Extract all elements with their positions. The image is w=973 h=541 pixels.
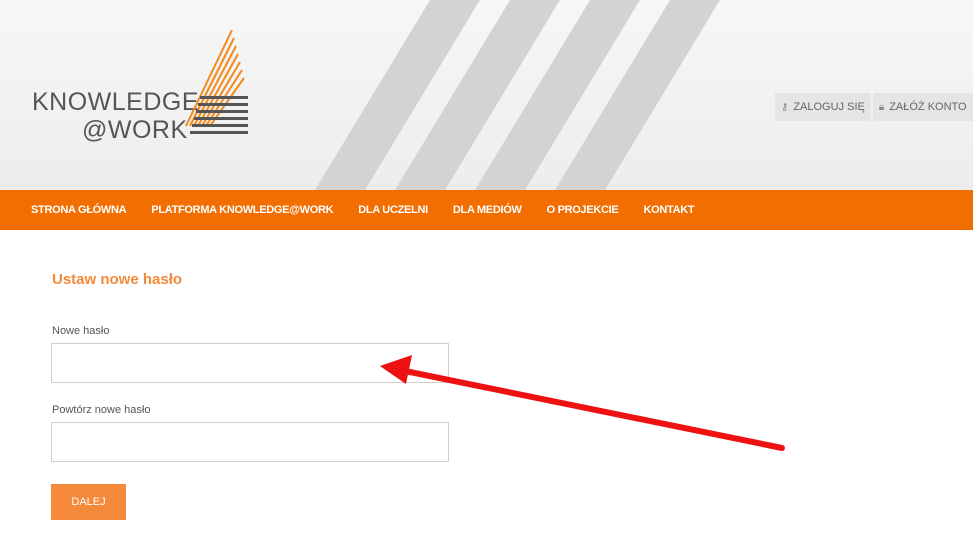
register-link[interactable]: 🔒︎ ZAŁÓŻ KONTO	[872, 93, 973, 121]
site-logo[interactable]: KNOWLEDGE @WORK	[30, 28, 260, 158]
nav-item-universities[interactable]: DLA UCZELNI	[358, 204, 428, 216]
new-password-field[interactable]	[51, 343, 449, 383]
site-header: KNOWLEDGE @WORK ⚷ ZALOGUJ SIĘ 🔒︎ ZAŁÓŻ K…	[0, 0, 973, 190]
register-label: ZAŁÓŻ KONTO	[889, 101, 967, 113]
nav-item-contact[interactable]: KONTAKT	[643, 204, 694, 216]
page-title: Ustaw nowe hasło	[52, 271, 183, 288]
main-navigation: STRONA GŁÓWNA PLATFORMA KNOWLEDGE@WORK D…	[0, 190, 973, 230]
repeat-password-label: Powtórz nowe hasło	[52, 404, 151, 416]
lock-icon: 🔒︎	[878, 101, 885, 113]
repeat-password-field[interactable]	[51, 422, 449, 462]
auth-bar: ⚷ ZALOGUJ SIĘ 🔒︎ ZAŁÓŻ KONTO	[775, 93, 973, 121]
key-icon: ⚷	[781, 101, 789, 113]
nav-item-platform[interactable]: PLATFORMA KNOWLEDGE@WORK	[151, 204, 333, 216]
nav-item-media[interactable]: DLA MEDIÓW	[453, 204, 522, 216]
logo-text-at-work: @WORK	[82, 116, 188, 144]
submit-button[interactable]: DALEJ	[51, 484, 126, 520]
login-label: ZALOGUJ SIĘ	[793, 101, 865, 113]
nav-item-home[interactable]: STRONA GŁÓWNA	[31, 204, 127, 216]
new-password-label: Nowe hasło	[52, 325, 110, 337]
main-content: Ustaw nowe hasło Nowe hasło Powtórz nowe…	[0, 230, 973, 541]
nav-item-about[interactable]: O PROJEKCIE	[547, 204, 619, 216]
login-link[interactable]: ⚷ ZALOGUJ SIĘ	[775, 93, 871, 121]
logo-graphic	[185, 29, 248, 134]
logo-text-knowledge: KNOWLEDGE	[32, 88, 200, 116]
